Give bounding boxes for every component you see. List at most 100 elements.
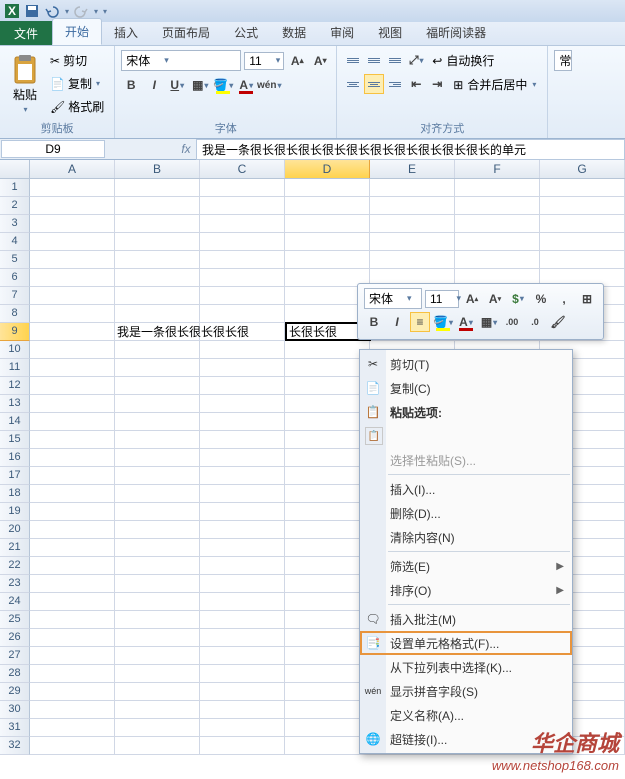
- row-header[interactable]: 3: [0, 215, 30, 233]
- col-header-c[interactable]: C: [200, 160, 285, 178]
- cell[interactable]: [30, 269, 115, 287]
- mini-italic[interactable]: I: [387, 312, 407, 332]
- col-header-d[interactable]: D: [285, 160, 370, 178]
- cell[interactable]: [30, 593, 115, 611]
- undo-icon[interactable]: [44, 3, 60, 19]
- italic-button[interactable]: I: [144, 75, 164, 95]
- cell[interactable]: [30, 431, 115, 449]
- formula-bar[interactable]: 我是一条很长很长很长很长很长很长很长很长很长很长的单元: [196, 139, 625, 160]
- cell[interactable]: [200, 233, 285, 251]
- cell[interactable]: [30, 665, 115, 683]
- format-painter-button[interactable]: 🖌格式刷: [46, 96, 108, 117]
- cell[interactable]: [115, 647, 200, 665]
- menu-copy[interactable]: 📄复制(C): [360, 376, 572, 400]
- cell[interactable]: [30, 197, 115, 215]
- border-button[interactable]: ▦▾: [190, 75, 210, 95]
- cell[interactable]: [30, 359, 115, 377]
- cell[interactable]: [30, 341, 115, 359]
- menu-clear[interactable]: 清除内容(N): [360, 525, 572, 549]
- cell[interactable]: [115, 251, 200, 269]
- cell[interactable]: [285, 611, 370, 629]
- cell[interactable]: [285, 557, 370, 575]
- cell[interactable]: [115, 503, 200, 521]
- cell[interactable]: [200, 575, 285, 593]
- merge-center-button[interactable]: ⊞合并后居中▾: [448, 74, 541, 95]
- align-bottom-icon[interactable]: [385, 50, 405, 70]
- row-header[interactable]: 31: [0, 719, 30, 737]
- cell[interactable]: [200, 665, 285, 683]
- cell[interactable]: [30, 377, 115, 395]
- cell[interactable]: [200, 269, 285, 287]
- underline-button[interactable]: U▾: [167, 75, 187, 95]
- font-name-combo[interactable]: 宋体▾: [121, 50, 241, 71]
- cell[interactable]: [200, 395, 285, 413]
- cell[interactable]: [285, 719, 370, 737]
- cell[interactable]: [285, 665, 370, 683]
- cell[interactable]: [200, 557, 285, 575]
- row-header[interactable]: 23: [0, 575, 30, 593]
- cell[interactable]: [200, 341, 285, 359]
- cell[interactable]: [115, 431, 200, 449]
- decrease-font-icon[interactable]: A▾: [310, 51, 330, 71]
- menu-cut[interactable]: ✂剪切(T): [360, 352, 572, 376]
- cell[interactable]: [200, 431, 285, 449]
- cell[interactable]: [200, 485, 285, 503]
- cell[interactable]: [200, 701, 285, 719]
- menu-dropdown-list[interactable]: 从下拉列表中选择(K)...: [360, 655, 572, 679]
- cell[interactable]: [30, 575, 115, 593]
- mini-comma[interactable]: ,: [554, 289, 574, 309]
- cell[interactable]: [200, 305, 285, 323]
- cell[interactable]: [455, 179, 540, 197]
- cell[interactable]: [370, 233, 455, 251]
- mini-font-color[interactable]: A▾: [456, 312, 476, 332]
- mini-decrease-font[interactable]: A▾: [485, 289, 505, 309]
- cell[interactable]: [200, 287, 285, 305]
- cell[interactable]: [285, 701, 370, 719]
- name-box[interactable]: D9: [1, 140, 105, 158]
- cell[interactable]: [115, 233, 200, 251]
- col-header-e[interactable]: E: [370, 160, 455, 178]
- cell[interactable]: [455, 251, 540, 269]
- increase-indent-icon[interactable]: ⇥: [427, 74, 447, 94]
- cell[interactable]: [115, 719, 200, 737]
- mini-dec-decimal[interactable]: .0: [525, 312, 545, 332]
- mini-align-center[interactable]: ≡: [410, 312, 430, 332]
- row-header[interactable]: 6: [0, 269, 30, 287]
- cell[interactable]: [30, 413, 115, 431]
- cell[interactable]: [115, 179, 200, 197]
- cell[interactable]: [115, 629, 200, 647]
- cell[interactable]: [285, 629, 370, 647]
- cell[interactable]: [285, 215, 370, 233]
- cell[interactable]: [370, 251, 455, 269]
- cell[interactable]: [285, 521, 370, 539]
- cell[interactable]: [200, 719, 285, 737]
- cell[interactable]: [30, 215, 115, 233]
- row-header[interactable]: 21: [0, 539, 30, 557]
- tab-foxit[interactable]: 福昕阅读器: [414, 20, 498, 45]
- font-size-combo[interactable]: 11▾: [244, 52, 284, 70]
- row-header[interactable]: 19: [0, 503, 30, 521]
- row-header[interactable]: 2: [0, 197, 30, 215]
- cell[interactable]: [285, 341, 370, 359]
- cell[interactable]: [285, 197, 370, 215]
- copy-button[interactable]: 📄复制▾: [46, 73, 108, 94]
- row-header[interactable]: 26: [0, 629, 30, 647]
- cell[interactable]: [200, 359, 285, 377]
- cell[interactable]: [285, 251, 370, 269]
- cell[interactable]: [115, 683, 200, 701]
- undo-dropdown[interactable]: ▾: [65, 7, 69, 16]
- tab-layout[interactable]: 页面布局: [150, 20, 222, 45]
- row-header[interactable]: 24: [0, 593, 30, 611]
- row-header[interactable]: 7: [0, 287, 30, 305]
- decrease-indent-icon[interactable]: ⇤: [406, 74, 426, 94]
- cell[interactable]: [285, 539, 370, 557]
- cell[interactable]: [30, 683, 115, 701]
- tab-view[interactable]: 视图: [366, 20, 414, 45]
- cell[interactable]: [285, 179, 370, 197]
- cell[interactable]: [200, 737, 285, 755]
- cell[interactable]: [115, 305, 200, 323]
- wrap-text-button[interactable]: ↩自动换行: [427, 50, 499, 71]
- cell[interactable]: [370, 179, 455, 197]
- redo-icon[interactable]: [73, 3, 89, 19]
- cell[interactable]: [115, 287, 200, 305]
